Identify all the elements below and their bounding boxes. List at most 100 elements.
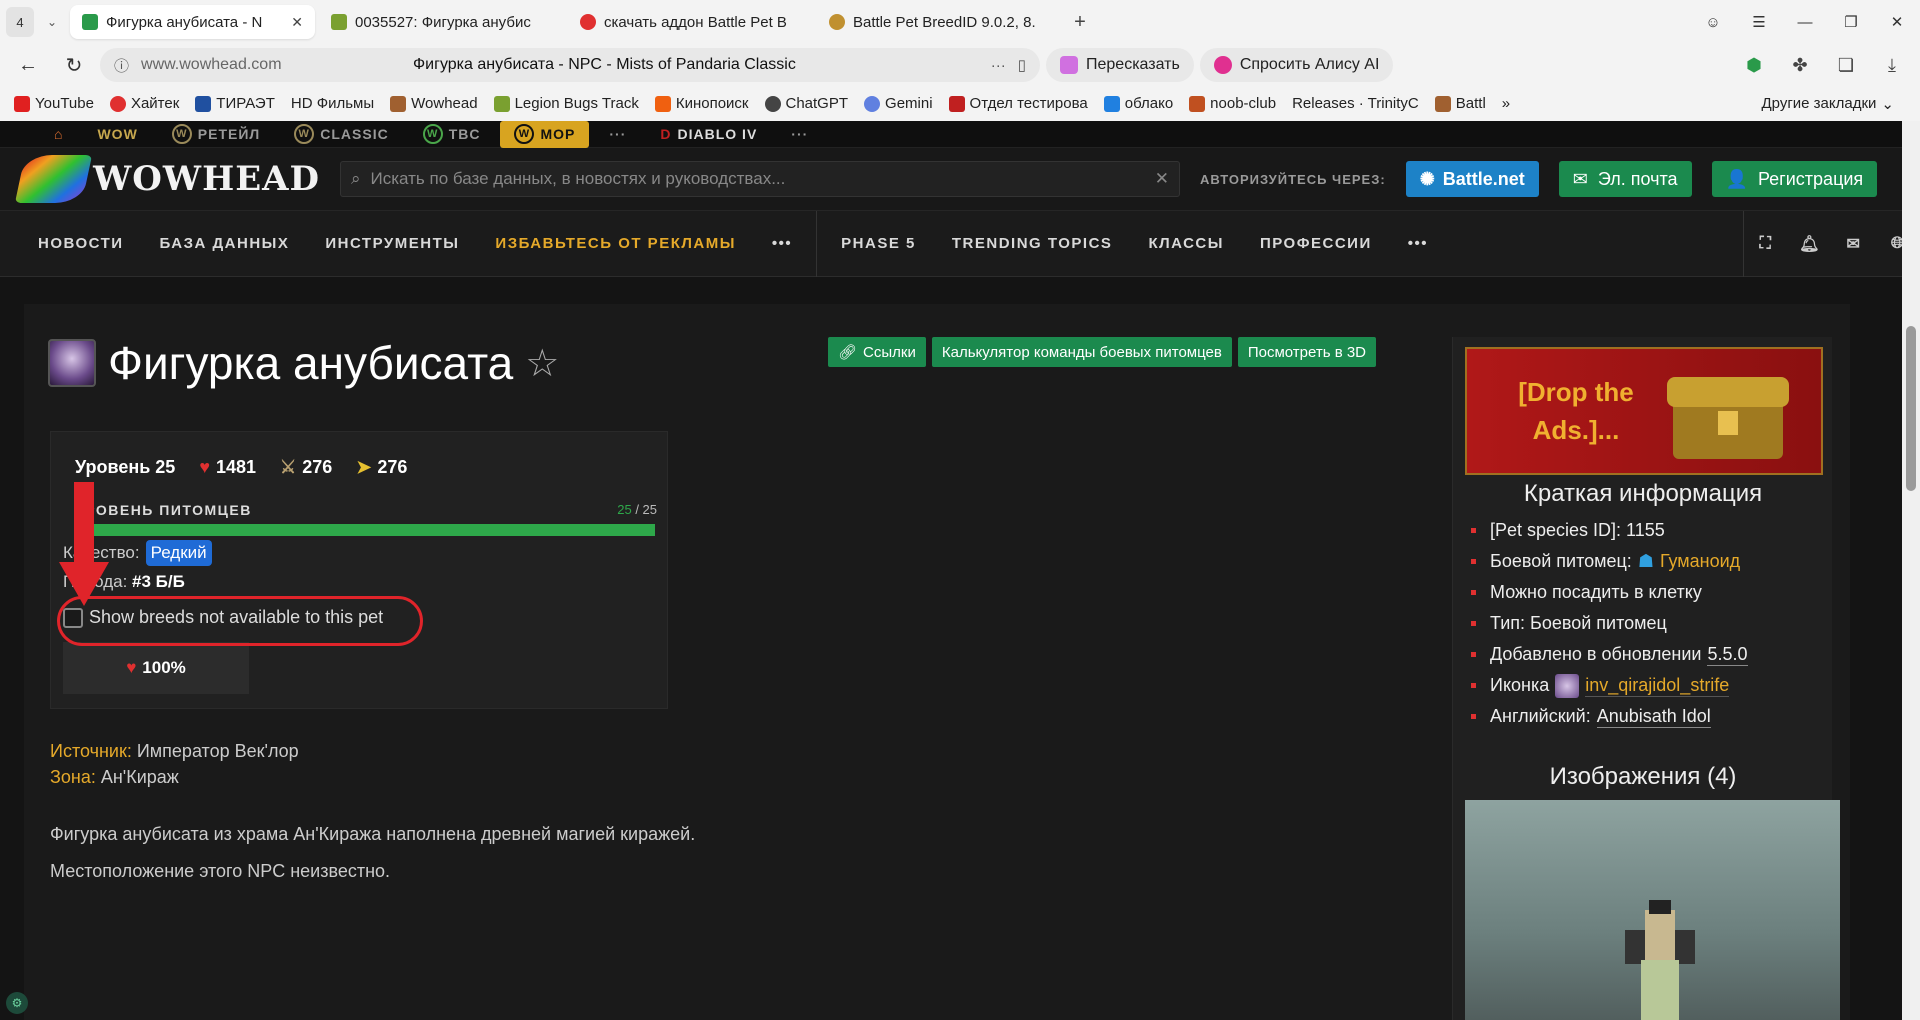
heart-icon: ♥ [199, 457, 210, 477]
humanoid-link[interactable]: Гуманоид [1660, 551, 1740, 572]
cookie-settings-icon[interactable]: ⚙ [6, 992, 28, 1014]
email-login-button[interactable]: ✉ Эл. почта [1558, 161, 1692, 197]
icon-link[interactable]: inv_qirajidol_strife [1585, 675, 1730, 697]
patch-link[interactable]: 5.5.0 [1707, 644, 1748, 666]
pet-level-slider[interactable] [75, 524, 655, 536]
close-tab-icon[interactable]: ✕ [291, 14, 303, 31]
bookmark-wowhead[interactable]: Wowhead [390, 95, 478, 112]
nav-professions[interactable]: ПРОФЕССИИ [1242, 211, 1390, 277]
english-name-link[interactable]: Anubisath Idol [1596, 706, 1711, 728]
links-button[interactable]: 🔗︎ Ссылки [828, 337, 926, 367]
scrollbar-thumb[interactable] [1906, 326, 1916, 491]
bug-tab-icon [331, 14, 347, 30]
bookmark-kinopoisk[interactable]: Кинопоиск [654, 95, 749, 112]
battlenet-login-button[interactable]: ✺ Battle.net [1405, 161, 1539, 197]
tab-wowhead[interactable]: Фигурка анубисата - N ✕ [70, 5, 315, 39]
tab-list-chevron-icon[interactable]: ⌄ [38, 7, 66, 37]
bookmark-battle[interactable]: Battl [1434, 95, 1486, 112]
retell-button[interactable]: Пересказать [1046, 48, 1194, 82]
nav-database[interactable]: БАЗА ДАННЫХ [142, 211, 308, 277]
nav-more-2[interactable]: ••• [1390, 211, 1446, 277]
extensions-puzzle-icon[interactable]: ✤ [1780, 55, 1820, 76]
fullscreen-icon[interactable]: ⛶ [1744, 235, 1788, 253]
game-tbc[interactable]: W TBC [409, 121, 495, 148]
game-switcher-bar: ⌂ WOW W РЕТЕЙЛ W CLASSIC W TBC W MOP ··· D DI… [0, 120, 1920, 148]
ask-alice-button[interactable]: Спросить Алису AI [1199, 48, 1394, 82]
download-icon[interactable]: ⤓ [1872, 55, 1912, 76]
collections-icon[interactable]: ❏ [1826, 55, 1866, 76]
gemini-icon [864, 95, 881, 112]
back-arrow-icon[interactable]: ← [8, 48, 48, 82]
source-value[interactable]: Император Век'лор [137, 741, 299, 761]
game-retail[interactable]: W РЕТЕЙЛ [158, 121, 274, 148]
tab-count[interactable]: 4 [6, 7, 34, 37]
view-3d-button[interactable]: Посмотреть в 3D [1237, 337, 1377, 367]
drop-ads-banner[interactable]: [Drop the Ads.]... [1465, 347, 1823, 475]
red-highlight-circle [57, 596, 423, 646]
game-classic[interactable]: W CLASSIC [280, 121, 402, 148]
bookmark-youtube[interactable]: YouTube [14, 95, 94, 112]
nav-classes[interactable]: КЛАССЫ [1130, 211, 1242, 277]
team-calculator-button[interactable]: Калькулятор команды боевых питомцев [931, 337, 1232, 367]
bookmark-hitech[interactable]: Хайтек [109, 95, 179, 112]
nav-divider [816, 210, 818, 277]
mail-icon[interactable]: ✉ [1832, 234, 1876, 254]
site-info-icon[interactable]: ⓘ [114, 55, 129, 76]
bookmarks-overflow[interactable]: » [1502, 95, 1510, 112]
bookmark-noob-club[interactable]: noob-club [1189, 95, 1276, 112]
wowhead-logo[interactable]: WOWHEAD [14, 155, 320, 203]
close-window-icon[interactable]: ✕ [1874, 13, 1920, 31]
tab-breedid[interactable]: Battle Pet BreedID 9.0.2, 8. [817, 5, 1062, 39]
breed-value[interactable]: #3 Б/Б [132, 572, 185, 591]
diablo-logo-icon: D [660, 126, 672, 142]
zone-value[interactable]: Ан'Кираж [101, 767, 179, 787]
pet-level-fill [75, 524, 655, 536]
bookmark-legion-bugs[interactable]: Legion Bugs Track [493, 95, 639, 112]
link-icon: 🔗︎ [838, 344, 858, 361]
game-wow[interactable]: WOW [83, 121, 151, 148]
search-input[interactable]: ⌕ Искать по базе данных, в новостях и ру… [340, 161, 1180, 197]
game-mop[interactable]: W MOP [500, 120, 590, 148]
new-tab-plus-icon[interactable]: + [1066, 8, 1094, 36]
bookmark-testing[interactable]: Отдел тестирова [948, 95, 1088, 112]
bookmark-cloud[interactable]: облако [1103, 95, 1173, 112]
more-dots-icon[interactable]: ··· [991, 57, 1006, 74]
reload-icon[interactable]: ↻ [54, 48, 94, 82]
register-button[interactable]: 👤 Регистрация [1711, 161, 1878, 197]
list-item: Добавлено в обновлении 5.5.0 [1471, 639, 1748, 670]
bookmark-chatgpt[interactable]: ChatGPT [764, 95, 848, 112]
tab-yandex[interactable]: скачать аддон Battle Pet B [568, 5, 813, 39]
bookmark-gemini[interactable]: Gemini [864, 95, 933, 112]
bookmark-releases[interactable]: Releases · TrinityC [1292, 95, 1419, 112]
bookmark-tiraet[interactable]: ТИРАЭТ [195, 95, 275, 112]
anubisath-figure-image [1625, 900, 1695, 1020]
game-more-2[interactable]: ··· [777, 121, 822, 148]
address-field[interactable]: ⓘ www.wowhead.com Фигурка анубисата - NP… [100, 48, 1040, 82]
minimize-icon[interactable]: — [1782, 14, 1828, 31]
screenshot-image[interactable] [1465, 800, 1840, 1020]
nav-more[interactable]: ••• [754, 211, 810, 277]
nav-tools[interactable]: ИНСТРУМЕНТЫ [307, 211, 477, 277]
other-bookmarks[interactable]: Другие закладки ⌄ [1761, 95, 1906, 113]
nav-remove-ads[interactable]: ИЗБАВЬТЕСЬ ОТ РЕКЛАМЫ [477, 211, 753, 277]
search-placeholder: Искать по базе данных, в новостях и руко… [370, 169, 786, 188]
profile-icon[interactable]: ☺ [1690, 14, 1736, 31]
tab-mantis[interactable]: 0035527: Фигурка анубис [319, 5, 564, 39]
favorite-star-icon[interactable]: ☆ [525, 341, 559, 386]
home-icon[interactable]: ⌂ [40, 121, 77, 148]
envelope-icon: ✉ [1572, 168, 1588, 189]
game-diablo[interactable]: D DIABLO IV [646, 121, 771, 148]
bookmark-icon[interactable]: ▯ [1018, 56, 1026, 74]
quality-select[interactable]: Редкий [145, 540, 212, 566]
shield-extension-icon[interactable]: ⬢ [1734, 55, 1774, 76]
bookmark-hd-films[interactable]: HD Фильмы [291, 95, 374, 112]
restore-icon[interactable]: ❐ [1828, 13, 1874, 31]
page-scrollbar[interactable] [1902, 121, 1920, 1020]
clear-search-icon[interactable]: ✕ [1155, 169, 1169, 189]
nav-news[interactable]: НОВОСТИ [20, 211, 142, 277]
nav-trending[interactable]: TRENDING TOPICS [934, 211, 1131, 277]
menu-icon[interactable]: ☰ [1736, 13, 1782, 31]
bell-icon[interactable]: 🔔︎ [1788, 234, 1832, 254]
game-more[interactable]: ··· [595, 121, 640, 148]
nav-phase5[interactable]: PHASE 5 [823, 211, 934, 277]
